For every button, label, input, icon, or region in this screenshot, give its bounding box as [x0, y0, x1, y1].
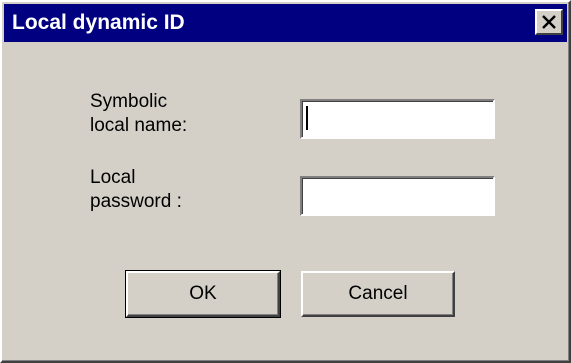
dialog-title: Local dynamic ID [12, 11, 185, 34]
close-button[interactable] [535, 9, 563, 35]
ok-button[interactable]: OK [125, 270, 281, 318]
symbolic-local-name-label: Symbolic local name: [90, 91, 188, 136]
close-x-icon [542, 15, 556, 29]
symbolic-local-name-input[interactable] [300, 99, 495, 139]
text-caret [306, 106, 308, 130]
title-bar[interactable]: Local dynamic ID [4, 4, 567, 42]
local-password-input[interactable] [300, 176, 495, 216]
dialog-window: Local dynamic ID Symbolic local name: Lo… [0, 0, 571, 363]
cancel-button[interactable]: Cancel [301, 271, 455, 317]
local-password-label: Local password : [90, 167, 182, 212]
